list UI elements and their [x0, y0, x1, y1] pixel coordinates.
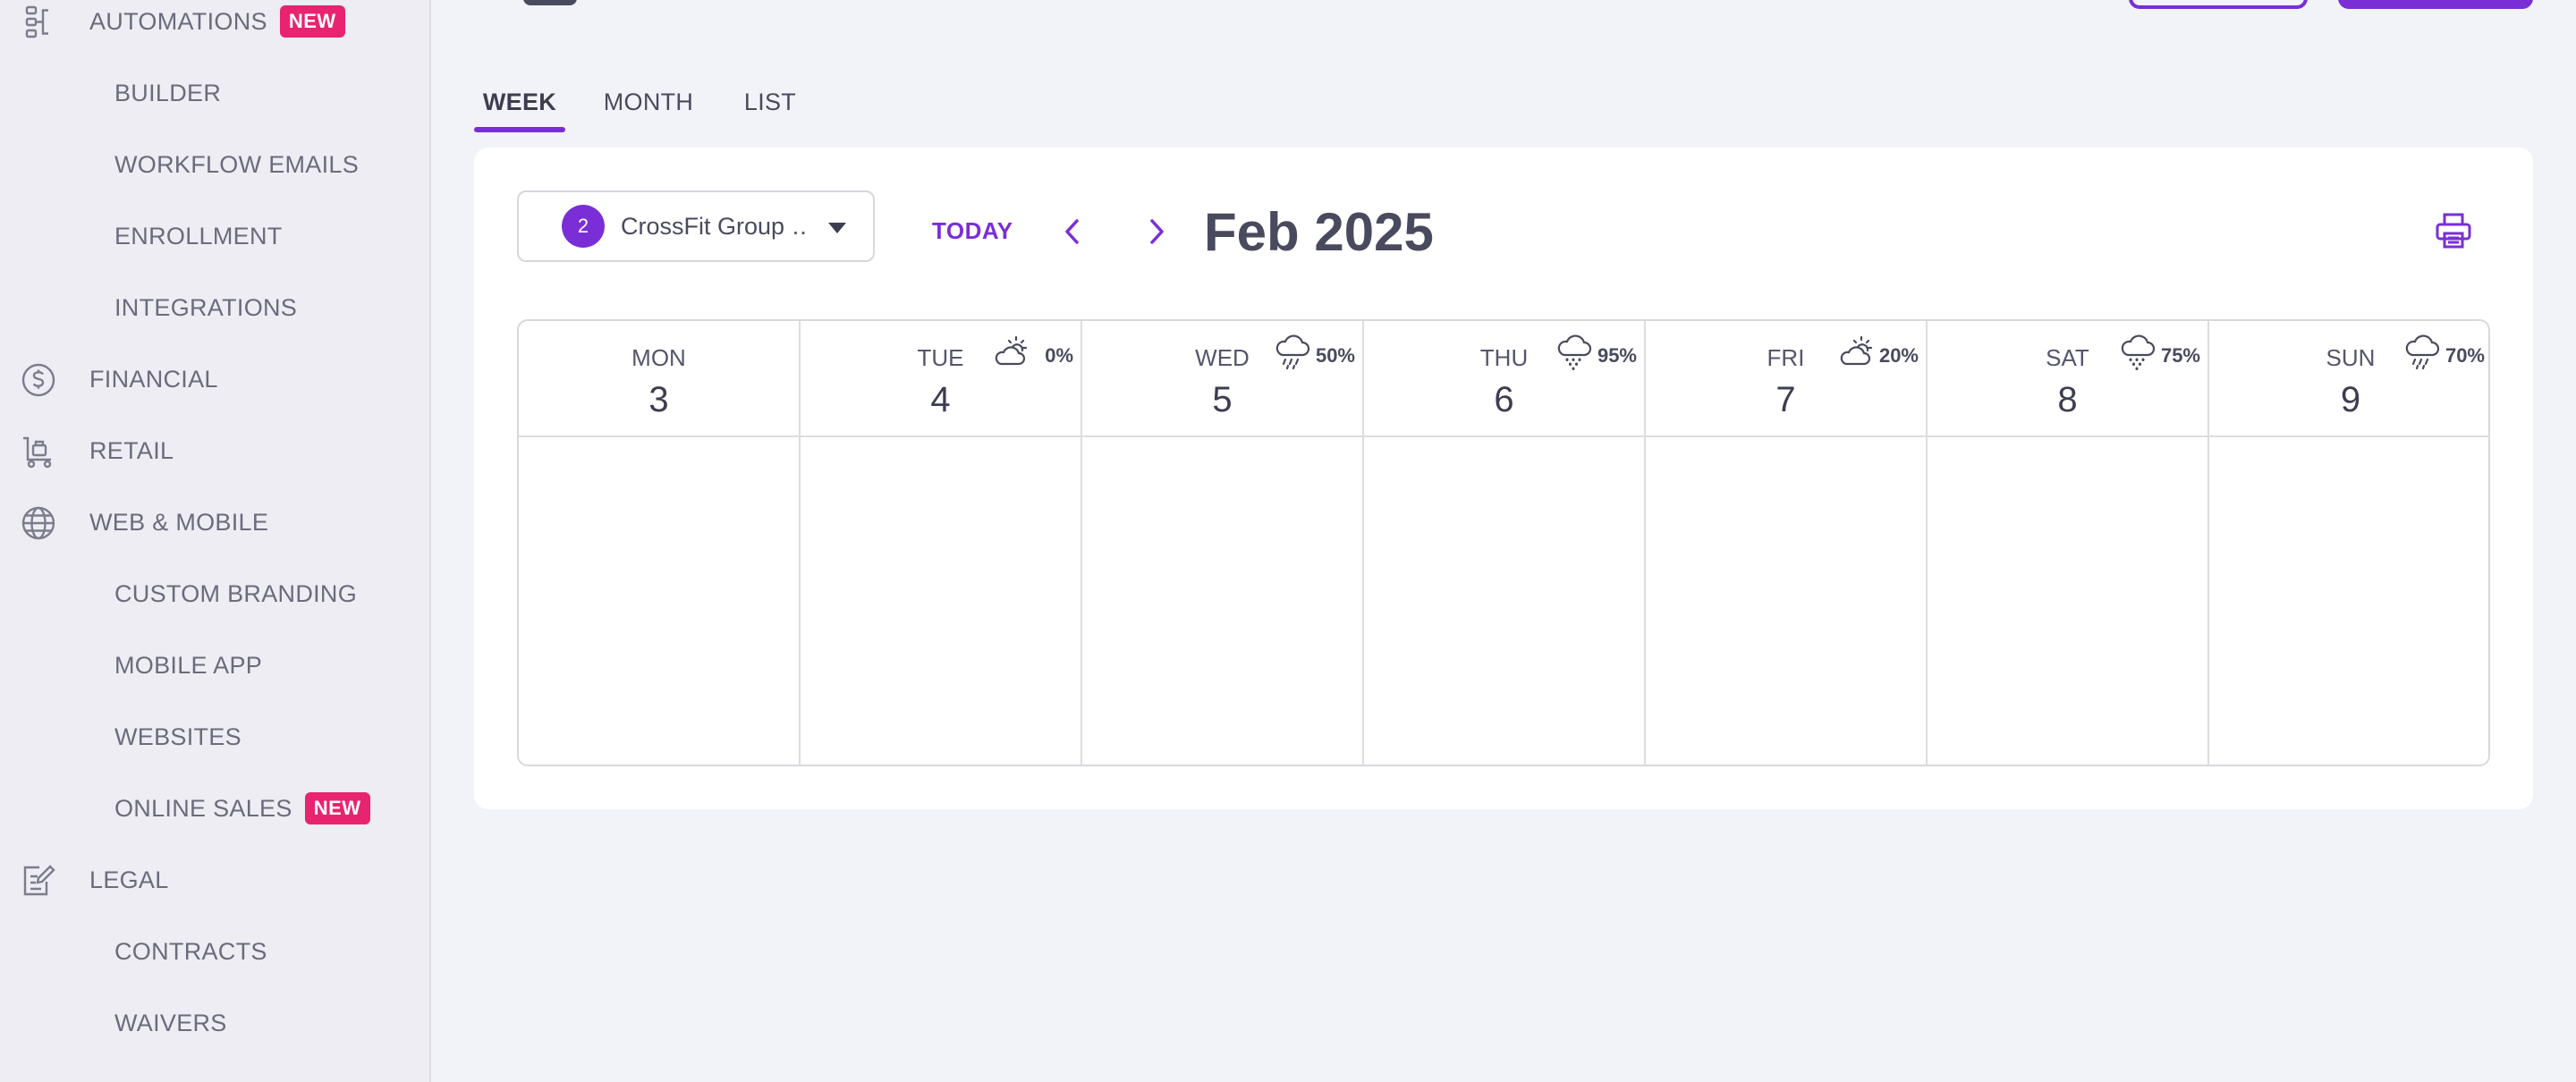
active-tab-indicator	[474, 127, 565, 132]
day-header: 75% SAT 8	[1928, 321, 2207, 437]
today-button[interactable]: TODAY	[932, 217, 1013, 245]
week-grid: MON 3 0% TUE 4 50% WED 5 95% THU 6 20% F…	[517, 319, 2490, 766]
sidebar-item-workflow-emails[interactable]: WORKFLOW EMAILS	[0, 129, 429, 200]
day-header: 0% TUE 4	[801, 321, 1080, 437]
new-badge: NEW	[279, 5, 345, 38]
cart-icon	[23, 436, 52, 469]
day-name: FRI	[1767, 344, 1805, 371]
sidebar-item-label: CONTRACTS	[114, 937, 267, 965]
sidebar-item-automations[interactable]: AUTOMATIONS NEW	[0, 0, 429, 57]
day-name: SUN	[2326, 344, 2376, 371]
sidebar-item-waivers[interactable]: WAIVERS	[0, 987, 429, 1059]
caret-down-icon	[828, 223, 846, 233]
sidebar-item-label: INTEGRATIONS	[114, 293, 298, 321]
chevron-left-icon[interactable]	[1055, 214, 1091, 249]
day-column-sun[interactable]: 70% SUN 9	[2209, 321, 2488, 765]
day-number: 8	[2057, 380, 2078, 419]
day-column-thu[interactable]: 95% THU 6	[1364, 321, 1646, 765]
sidebar-item-mobile-app[interactable]: MOBILE APP	[0, 630, 429, 701]
day-column-sat[interactable]: 75% SAT 8	[1928, 321, 2209, 765]
edit-document-icon	[23, 865, 55, 896]
day-number: 5	[1212, 380, 1233, 419]
sidebar-item-enrollment[interactable]: ENROLLMENT	[0, 200, 429, 272]
page-title	[487, 0, 595, 5]
schedule-selector[interactable]: 2 CrossFit Group …	[517, 190, 875, 262]
day-number: 4	[930, 380, 951, 419]
day-name: THU	[1479, 344, 1529, 371]
sidebar-item-label: WORKFLOW EMAILS	[114, 150, 360, 178]
sidebar-item-label: WAIVERS	[114, 1009, 227, 1036]
day-number: 6	[1494, 380, 1514, 419]
sidebar-item-label: RETAIL	[89, 436, 174, 464]
day-header: 20% FRI 7	[1646, 321, 1926, 437]
sidebar-item-websites[interactable]: WEBSITES	[0, 701, 429, 773]
sidebar-item-label: MOBILE APP	[114, 651, 263, 679]
sidebar-item-label: CUSTOM BRANDING	[114, 579, 358, 607]
sidebar-item-label: ONLINE SALES	[114, 794, 292, 822]
sidebar-item-legal[interactable]: LEGAL	[0, 844, 429, 916]
automation-icon	[25, 5, 48, 38]
sidebar-item-custom-branding[interactable]: CUSTOM BRANDING	[0, 558, 429, 630]
day-name: TUE	[917, 344, 964, 371]
day-header: 95% THU 6	[1364, 321, 1644, 437]
sidebar-item-builder[interactable]: BUILDER	[0, 57, 429, 129]
new-badge: NEW	[304, 792, 370, 824]
day-column-tue[interactable]: 0% TUE 4	[801, 321, 1082, 765]
current-month-label: Feb 2025	[1204, 202, 1434, 262]
selector-label: CrossFit Group …	[621, 212, 809, 240]
selected-count-badge: 2	[562, 205, 605, 248]
tab-week[interactable]: WEEK	[474, 75, 565, 129]
day-name: MON	[631, 344, 686, 371]
day-column-mon[interactable]: MON 3	[519, 321, 801, 765]
sidebar-item-contracts[interactable]: CONTRACTS	[0, 916, 429, 987]
sidebar-item-label: AUTOMATIONS	[89, 7, 267, 35]
sidebar-item-label: WEBSITES	[114, 723, 242, 750]
sidebar-item-web-mobile[interactable]: WEB & MOBILE	[0, 486, 429, 558]
dollar-icon	[21, 363, 55, 397]
chevron-right-icon[interactable]	[1138, 214, 1174, 249]
day-header: 70% SUN 9	[2209, 321, 2488, 437]
day-name: WED	[1195, 344, 1250, 371]
tab-month[interactable]: MONTH	[599, 75, 698, 129]
sidebar-item-label: LEGAL	[89, 866, 169, 893]
day-column-wed[interactable]: 50% WED 5	[1082, 321, 1364, 765]
sidebar-item-label: BUILDER	[114, 79, 222, 106]
day-number: 9	[2340, 380, 2361, 419]
calendar-card: 2 CrossFit Group … TODAY Feb 2025 MON 3	[474, 148, 2533, 809]
day-header: 50% WED 5	[1082, 321, 1362, 437]
day-number: 3	[648, 380, 669, 419]
secondary-action-button[interactable]	[2129, 0, 2308, 9]
tab-list[interactable]: LIST	[739, 75, 801, 129]
sidebar-item-retail[interactable]: RETAIL	[0, 415, 429, 486]
sidebar: AUTOMATIONS NEW BUILDER WORKFLOW EMAILS …	[0, 0, 431, 1082]
sidebar-item-label: FINANCIAL	[89, 365, 218, 393]
sidebar-item-integrations[interactable]: INTEGRATIONS	[0, 272, 429, 343]
day-number: 7	[1775, 380, 1796, 419]
sidebar-item-online-sales[interactable]: ONLINE SALES NEW	[0, 773, 429, 844]
day-column-fri[interactable]: 20% FRI 7	[1646, 321, 1928, 765]
globe-icon	[21, 506, 55, 540]
sidebar-item-label: WEB & MOBILE	[89, 508, 269, 536]
sidebar-item-label: ENROLLMENT	[114, 222, 283, 249]
print-icon[interactable]	[2433, 210, 2474, 251]
day-name: SAT	[2046, 344, 2089, 371]
day-header: MON 3	[519, 321, 799, 437]
primary-action-button[interactable]	[2338, 0, 2533, 9]
sidebar-item-financial[interactable]: FINANCIAL	[0, 343, 429, 415]
